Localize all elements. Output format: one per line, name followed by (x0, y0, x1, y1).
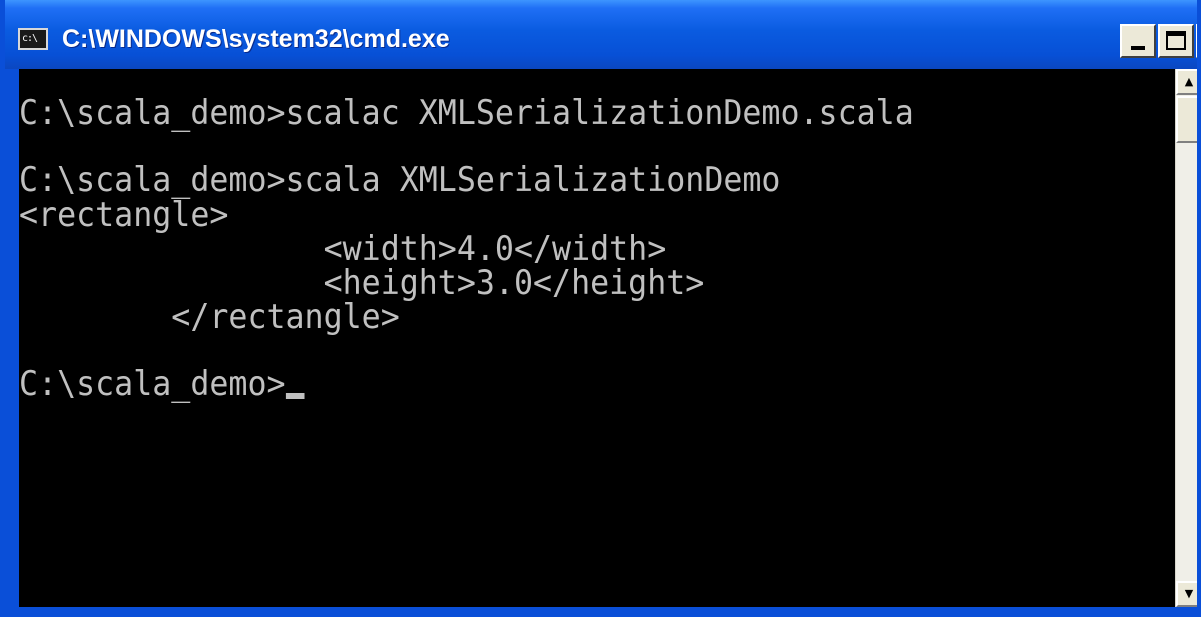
maximize-icon (1166, 31, 1186, 50)
arrow-up-icon: ▲ (1184, 75, 1194, 88)
console-line: C:\scala_demo>scalac XMLSerializationDem… (19, 93, 914, 133)
prompt-line: C:\scala_demo> (19, 364, 305, 404)
console-line: <height>3.0</height> (19, 263, 705, 303)
scroll-down-button[interactable]: ▼ (1176, 581, 1197, 607)
vertical-scrollbar[interactable]: ▲ ▼ (1175, 69, 1197, 607)
console-line: </rectangle> (19, 297, 400, 337)
console-output[interactable]: C:\scala_demo>scalac XMLSerializationDem… (19, 69, 1175, 607)
close-button[interactable]: × (1196, 24, 1197, 58)
scroll-up-button[interactable]: ▲ (1176, 69, 1197, 95)
window-title: C:\WINDOWS\system32\cmd.exe (62, 25, 450, 53)
minimize-icon (1131, 46, 1145, 50)
minimize-button[interactable] (1120, 24, 1156, 58)
prompt-text: C:\scala_demo> (19, 364, 286, 404)
console-line: <rectangle> (19, 195, 229, 235)
console-line: C:\scala_demo>scala XMLSerializationDemo (19, 160, 781, 200)
arrow-down-icon: ▼ (1184, 587, 1194, 600)
maximize-button[interactable] (1158, 24, 1194, 58)
title-bar[interactable]: c:\ C:\WINDOWS\system32\cmd.exe × (5, 0, 1197, 69)
text-cursor (285, 393, 305, 399)
scrollbar-thumb[interactable] (1176, 96, 1197, 143)
cmd-window: c:\ C:\WINDOWS\system32\cmd.exe × C:\sca… (0, 0, 1201, 617)
cmd-icon[interactable]: c:\ (18, 28, 48, 50)
console-line: <width>4.0</width> (19, 229, 667, 269)
